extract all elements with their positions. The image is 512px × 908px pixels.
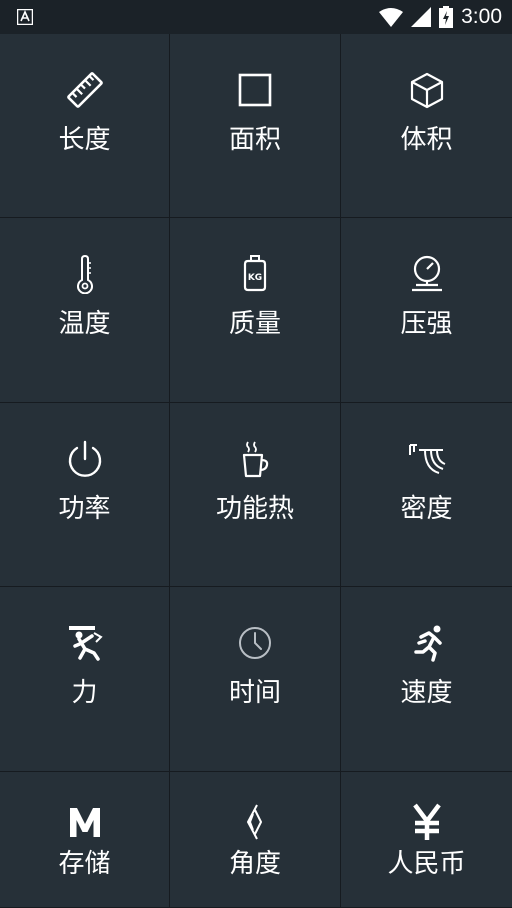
category-label: 角度 [228, 849, 281, 879]
category-volume[interactable]: 体积 [341, 34, 512, 218]
force-icon [65, 623, 105, 663]
clock-icon [235, 623, 275, 663]
category-label: 压强 [400, 309, 453, 339]
app-notification-icon [17, 9, 33, 25]
category-length[interactable]: 长度 [0, 34, 170, 218]
category-angle[interactable]: 角度 [170, 772, 341, 908]
category-label: 人民币 [387, 849, 466, 879]
category-pressure[interactable]: 压强 [341, 218, 512, 403]
signal-icon [411, 7, 432, 27]
unit-category-grid: 长度 面积 体积 温度 KG 质量 压强 功率 功能热 密度 力 时间 速度 存… [0, 34, 512, 908]
category-label: 面积 [228, 125, 281, 155]
category-label: 存储 [58, 849, 111, 879]
status-bar: 3:00 [0, 0, 512, 34]
category-label: 密度 [400, 494, 453, 524]
category-time[interactable]: 时间 [170, 587, 341, 772]
category-label: 长度 [58, 125, 111, 155]
category-label: 功率 [58, 494, 111, 524]
square-icon [235, 70, 275, 110]
power-icon [65, 439, 105, 479]
category-density[interactable]: 密度 [341, 403, 512, 587]
category-storage[interactable]: 存储 [0, 772, 170, 908]
hot-cup-icon [235, 439, 275, 479]
category-label: 温度 [58, 309, 111, 339]
category-label: 功能热 [215, 494, 294, 524]
category-label: 速度 [400, 678, 453, 708]
category-label: 力 [71, 678, 98, 708]
ruler-icon [65, 70, 105, 110]
category-heat-energy[interactable]: 功能热 [170, 403, 341, 587]
cube-icon [407, 70, 447, 110]
weight-icon: KG [235, 254, 275, 294]
category-area[interactable]: 面积 [170, 34, 341, 218]
battery-charging-icon [439, 6, 454, 28]
thermometer-icon [65, 254, 105, 294]
category-power[interactable]: 功率 [0, 403, 170, 587]
category-mass[interactable]: KG 质量 [170, 218, 341, 403]
svg-text:KG: KG [248, 273, 262, 283]
category-speed[interactable]: 速度 [341, 587, 512, 772]
pressure-gauge-icon [407, 254, 447, 294]
yuan-icon [407, 802, 447, 842]
storage-m-icon [65, 802, 105, 842]
wifi-icon [379, 7, 404, 27]
category-label: 体积 [400, 125, 453, 155]
density-icon [407, 439, 447, 479]
status-time: 3:00 [461, 5, 502, 28]
category-force[interactable]: 力 [0, 587, 170, 772]
category-rmb[interactable]: 人民币 [341, 772, 512, 908]
category-label: 时间 [228, 678, 281, 708]
category-label: 质量 [228, 309, 281, 339]
runner-icon [407, 623, 447, 663]
angle-icon [235, 802, 275, 842]
category-temperature[interactable]: 温度 [0, 218, 170, 403]
